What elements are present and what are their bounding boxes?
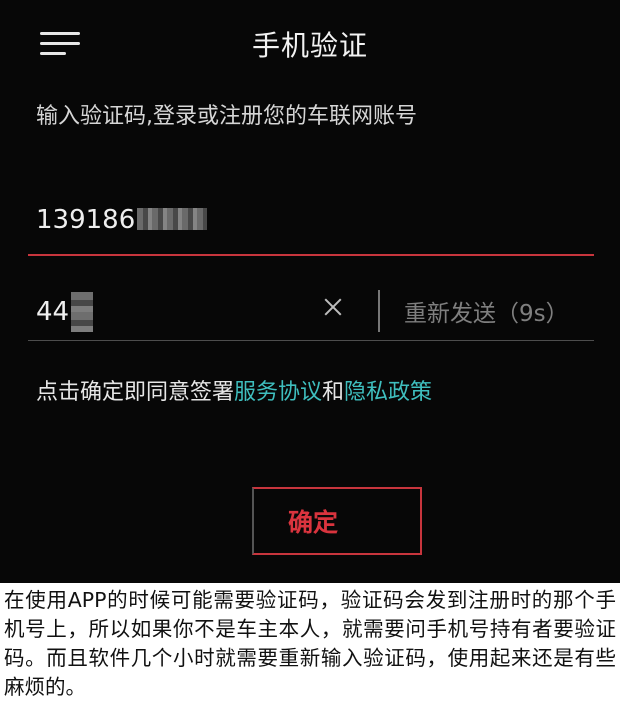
page-title: 手机验证	[251, 29, 368, 62]
agreement-prefix: 点击确定即同意签署	[36, 380, 235, 405]
caption-text: 在使用APP的时候可能需要验证码，验证码会发到注册时的那个手机号上，所以如果你不…	[4, 588, 616, 699]
resend-button[interactable]: 重新发送（9s）	[404, 294, 569, 328]
verification-screen: 手机验证 输入验证码,登录或注册您的车联网账号 139186 44 重新发送（9…	[0, 0, 620, 583]
code-input-row: 44 重新发送（9s）	[28, 272, 594, 341]
phone-value: 139186	[36, 205, 208, 235]
code-blur-mask	[71, 292, 94, 332]
service-agreement-link[interactable]: 服务协议	[234, 380, 322, 405]
close-icon[interactable]	[324, 298, 342, 316]
agreement-and: 和	[322, 380, 345, 405]
phone-input[interactable]: 139186	[28, 188, 594, 256]
phone-blur-mask	[137, 208, 208, 230]
agreement-text: 点击确定即同意签署服务协议和隐私政策	[36, 374, 432, 406]
code-input[interactable]: 44	[36, 292, 94, 332]
privacy-policy-link[interactable]: 隐私政策	[344, 380, 432, 405]
code-value-text: 44	[36, 297, 70, 327]
confirm-button[interactable]: 确定	[252, 487, 422, 555]
divider	[378, 290, 380, 332]
phone-value-text: 139186	[36, 205, 136, 235]
subtitle: 输入验证码,登录或注册您的车联网账号	[36, 104, 417, 129]
